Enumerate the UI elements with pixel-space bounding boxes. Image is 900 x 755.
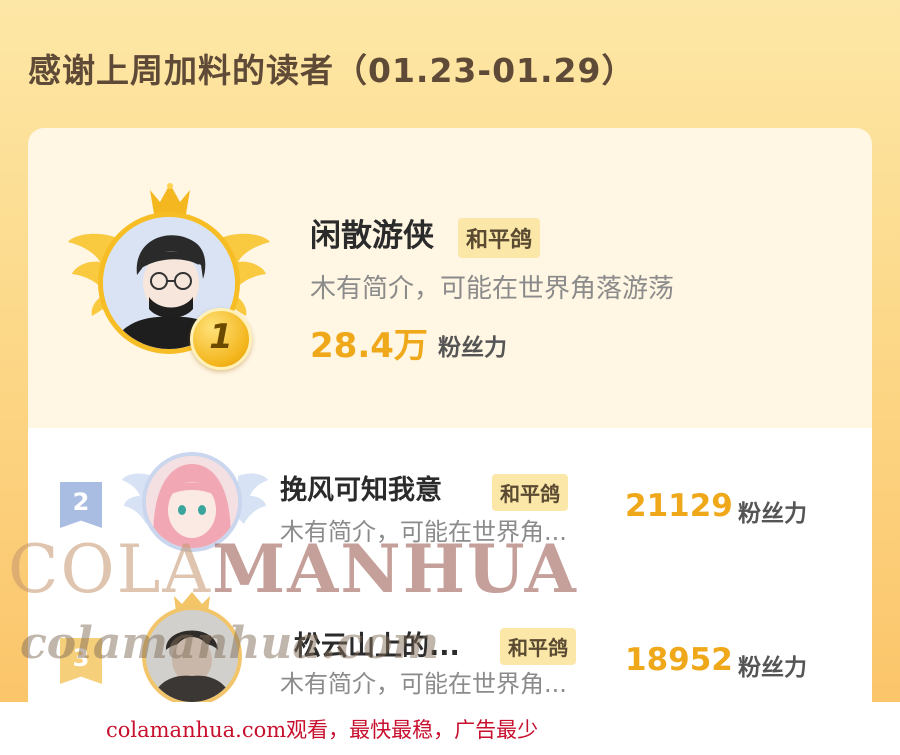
fan-power-value: 18952	[625, 642, 733, 678]
reader-intro: 木有简介，可能在世界角落游荡	[310, 274, 675, 304]
reader-name[interactable]: 挽风可知我意	[280, 468, 442, 507]
reader-tag: 和平鸽	[500, 628, 576, 665]
fan-power-label: 粉丝力	[738, 655, 807, 681]
crown-icon	[150, 183, 190, 214]
fan-power-value: 21129	[625, 488, 733, 524]
leaderboard-panel: 感谢上周加料的读者（01.23-01.29） 1 闲散游侠 和平鸽 木有简介，可…	[0, 0, 900, 702]
watermark-text: COLAMANHUA	[8, 530, 578, 608]
watermark-url: colamanhua.com	[20, 618, 439, 669]
reader-tag: 和平鸽	[458, 218, 541, 258]
reader-intro: 木有简介，可能在世界角...	[280, 670, 567, 698]
footer-text: colamanhua.com观看，最快最稳，广告最少	[106, 718, 539, 742]
rank-badge-icon: 1	[190, 308, 252, 370]
wings-icon	[238, 473, 268, 524]
fan-power-value: 28.4万	[310, 326, 428, 366]
footer-banner: colamanhua.com观看，最快最稳，广告最少	[0, 702, 900, 755]
fan-power-label: 粉丝力	[738, 501, 807, 527]
reader-tag: 和平鸽	[492, 474, 568, 511]
fan-power-label: 粉丝力	[438, 335, 507, 361]
reader-name[interactable]: 闲散游侠	[310, 210, 434, 255]
page-title: 感谢上周加料的读者（01.23-01.29）	[28, 51, 636, 90]
